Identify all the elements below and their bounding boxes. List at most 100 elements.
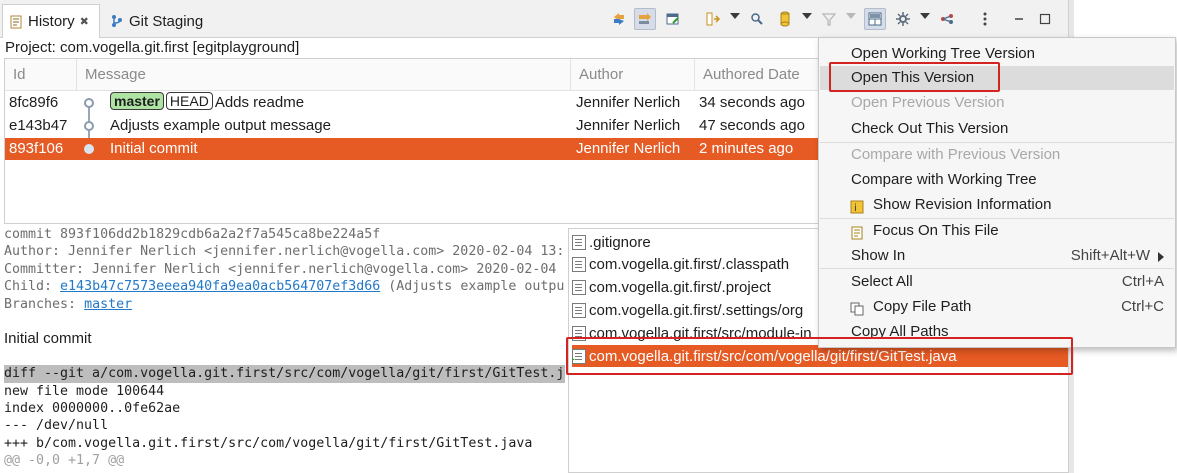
file-path: com.vogella.git.first/.project: [589, 278, 771, 296]
filter-dropdown-icon[interactable]: [846, 13, 856, 19]
tab-history-label: History: [28, 13, 75, 30]
commit-author: Jennifer Nerlich: [576, 140, 681, 157]
focus-file-icon: [850, 224, 864, 240]
context-menu: Open Working Tree Version Open This Vers…: [818, 37, 1176, 348]
commit-message-cell: master HEAD Adds readme: [110, 92, 304, 114]
commit-hash-line: commit 893f106dd2b1829cdb6a2a2f7a545ca8b…: [4, 227, 381, 242]
commit-node-icon: [84, 98, 94, 108]
file-path: com.vogella.git.first/.classpath: [589, 255, 790, 273]
menu-item-copy-all-paths[interactable]: Copy All Paths: [820, 320, 1174, 344]
minimize-icon[interactable]: [1008, 8, 1030, 30]
commit-date: 2 minutes ago: [699, 140, 794, 157]
file-icon: [572, 234, 586, 250]
file-added-icon: +: [572, 348, 586, 365]
filter-icon[interactable]: [818, 8, 840, 30]
svg-text:i: i: [854, 203, 857, 214]
branches-label: Branches:: [4, 296, 85, 312]
menu-item-compare-with-previous-version[interactable]: Compare with Previous Version: [820, 143, 1174, 167]
list-item-selected[interactable]: +com.vogella.git.first/src/com/vogella/g…: [572, 345, 1069, 367]
file-path: com.vogella.git.first/src/com/vogella/gi…: [589, 347, 957, 365]
diff-line: +++ b/com.vogella.git.first/src/com/voge…: [4, 435, 533, 451]
commit-id: 8fc89f6: [9, 94, 59, 111]
compare-mode-dropdown-icon[interactable]: [730, 13, 740, 19]
child-commit-link[interactable]: e143b47c7573eeea940fa9ea0acb564707ef3d66: [60, 279, 380, 294]
file-icon: [572, 256, 586, 272]
diff-line: new file mode 100644: [4, 383, 165, 399]
head-badge: HEAD: [165, 92, 213, 110]
menu-item-copy-file-path[interactable]: Copy File Path Ctrl+C: [820, 295, 1174, 319]
file-icon: [572, 279, 586, 295]
menu-item-show-in[interactable]: Show In Shift+Alt+W: [820, 244, 1174, 268]
committer-line: Committer: Jennifer Nerlich <jennifer.ne…: [4, 261, 557, 277]
author-line: Author: Jennifer Nerlich <jennifer.nerli…: [4, 244, 565, 260]
menu-item-open-this-version[interactable]: Open This Version: [820, 66, 1174, 90]
show-all-branches-icon[interactable]: [774, 8, 796, 30]
settings-icon[interactable]: [892, 8, 914, 30]
pin-icon[interactable]: [662, 8, 684, 30]
commit-message: Initial commit: [110, 140, 198, 157]
layout-icon[interactable]: [864, 8, 886, 30]
tab-git-staging-label: Git Staging: [129, 12, 204, 30]
compare-mode-icon[interactable]: [702, 8, 724, 30]
branches-line: Branches: master: [4, 296, 569, 313]
menu-item-show-revision-information[interactable]: i Show Revision Information: [820, 193, 1174, 217]
commit-id: e143b47: [9, 117, 68, 134]
search-icon[interactable]: [746, 8, 768, 30]
commit-id: 893f106: [9, 140, 64, 157]
close-tab-icon[interactable]: ✖: [80, 15, 89, 28]
menu-item-open-previous-version[interactable]: Open Previous Version: [820, 91, 1174, 115]
child-line: Child: e143b47c7573eeea940fa9ea0acb56470…: [4, 278, 569, 295]
child-message: (Adjusts example outpu: [380, 279, 565, 295]
branches-dropdown-icon[interactable]: [802, 13, 812, 19]
commit-date: 34 seconds ago: [699, 94, 805, 111]
view-tab-bar: History ✖ Git Staging: [0, 0, 1068, 38]
menu-item-compare-with-working-tree[interactable]: Compare with Working Tree: [820, 168, 1174, 192]
menu-separator: [820, 268, 1174, 269]
git-config-icon[interactable]: [936, 8, 958, 30]
column-header-message[interactable]: Message: [77, 59, 571, 91]
link-with-editor-icon[interactable]: [634, 8, 656, 30]
project-label: Project: com.vogella.git.first [egitplay…: [5, 39, 300, 56]
diff-line: --- /dev/null: [4, 418, 109, 434]
link-with-selection-icon[interactable]: [608, 8, 630, 30]
branch-badge: master: [110, 92, 164, 110]
git-staging-icon: [110, 14, 124, 28]
column-header-id[interactable]: Id: [5, 59, 77, 91]
menu-item-select-all[interactable]: Select All Ctrl+A: [820, 270, 1174, 294]
file-path: com.vogella.git.first/src/module-in: [589, 324, 812, 342]
file-path: .gitignore: [589, 233, 651, 251]
commit-date: 47 seconds ago: [699, 117, 805, 134]
commit-author: Jennifer Nerlich: [576, 94, 681, 111]
settings-dropdown-icon[interactable]: [920, 13, 930, 19]
view-menu-icon[interactable]: [974, 8, 996, 30]
submenu-arrow-icon: [1158, 252, 1164, 262]
commit-message: Adjusts example output message: [110, 117, 331, 134]
shortcut-label: Shift+Alt+W: [1070, 247, 1150, 264]
menu-item-check-out-this-version[interactable]: Check Out This Version: [820, 117, 1174, 141]
commit-author: Jennifer Nerlich: [576, 117, 681, 134]
commit-message: Adds readme: [214, 94, 305, 111]
commit-details-pane[interactable]: commit 893f106dd2b1829cdb6a2a2f7a545ca8b…: [4, 226, 569, 473]
file-icon: [572, 302, 586, 318]
commit-node-icon: [84, 121, 94, 131]
maximize-icon[interactable]: [1034, 8, 1056, 30]
file-path: com.vogella.git.first/.settings/org: [589, 301, 804, 319]
diff-header-line: diff --git a/com.vogella.git.first/src/c…: [4, 365, 565, 383]
commit-node-icon: [84, 144, 94, 154]
column-header-author[interactable]: Author: [571, 59, 695, 91]
copy-icon: [850, 300, 864, 316]
file-icon: [572, 325, 586, 341]
tab-git-staging[interactable]: Git Staging: [104, 4, 214, 38]
tab-history[interactable]: History ✖: [2, 4, 100, 38]
menu-item-focus-on-this-file[interactable]: Focus On This File: [820, 219, 1174, 243]
diff-hunk-line: @@ -0,0 +1,7 @@: [4, 453, 125, 469]
revision-info-icon: i: [850, 198, 864, 214]
history-icon: [9, 15, 23, 29]
shortcut-label: Ctrl+A: [1121, 273, 1164, 290]
branch-link[interactable]: master: [84, 297, 132, 312]
menu-item-open-working-tree-version[interactable]: Open Working Tree Version: [820, 42, 1174, 66]
diff-line: index 0000000..0fe62ae: [4, 400, 181, 416]
child-label: Child:: [4, 279, 61, 295]
